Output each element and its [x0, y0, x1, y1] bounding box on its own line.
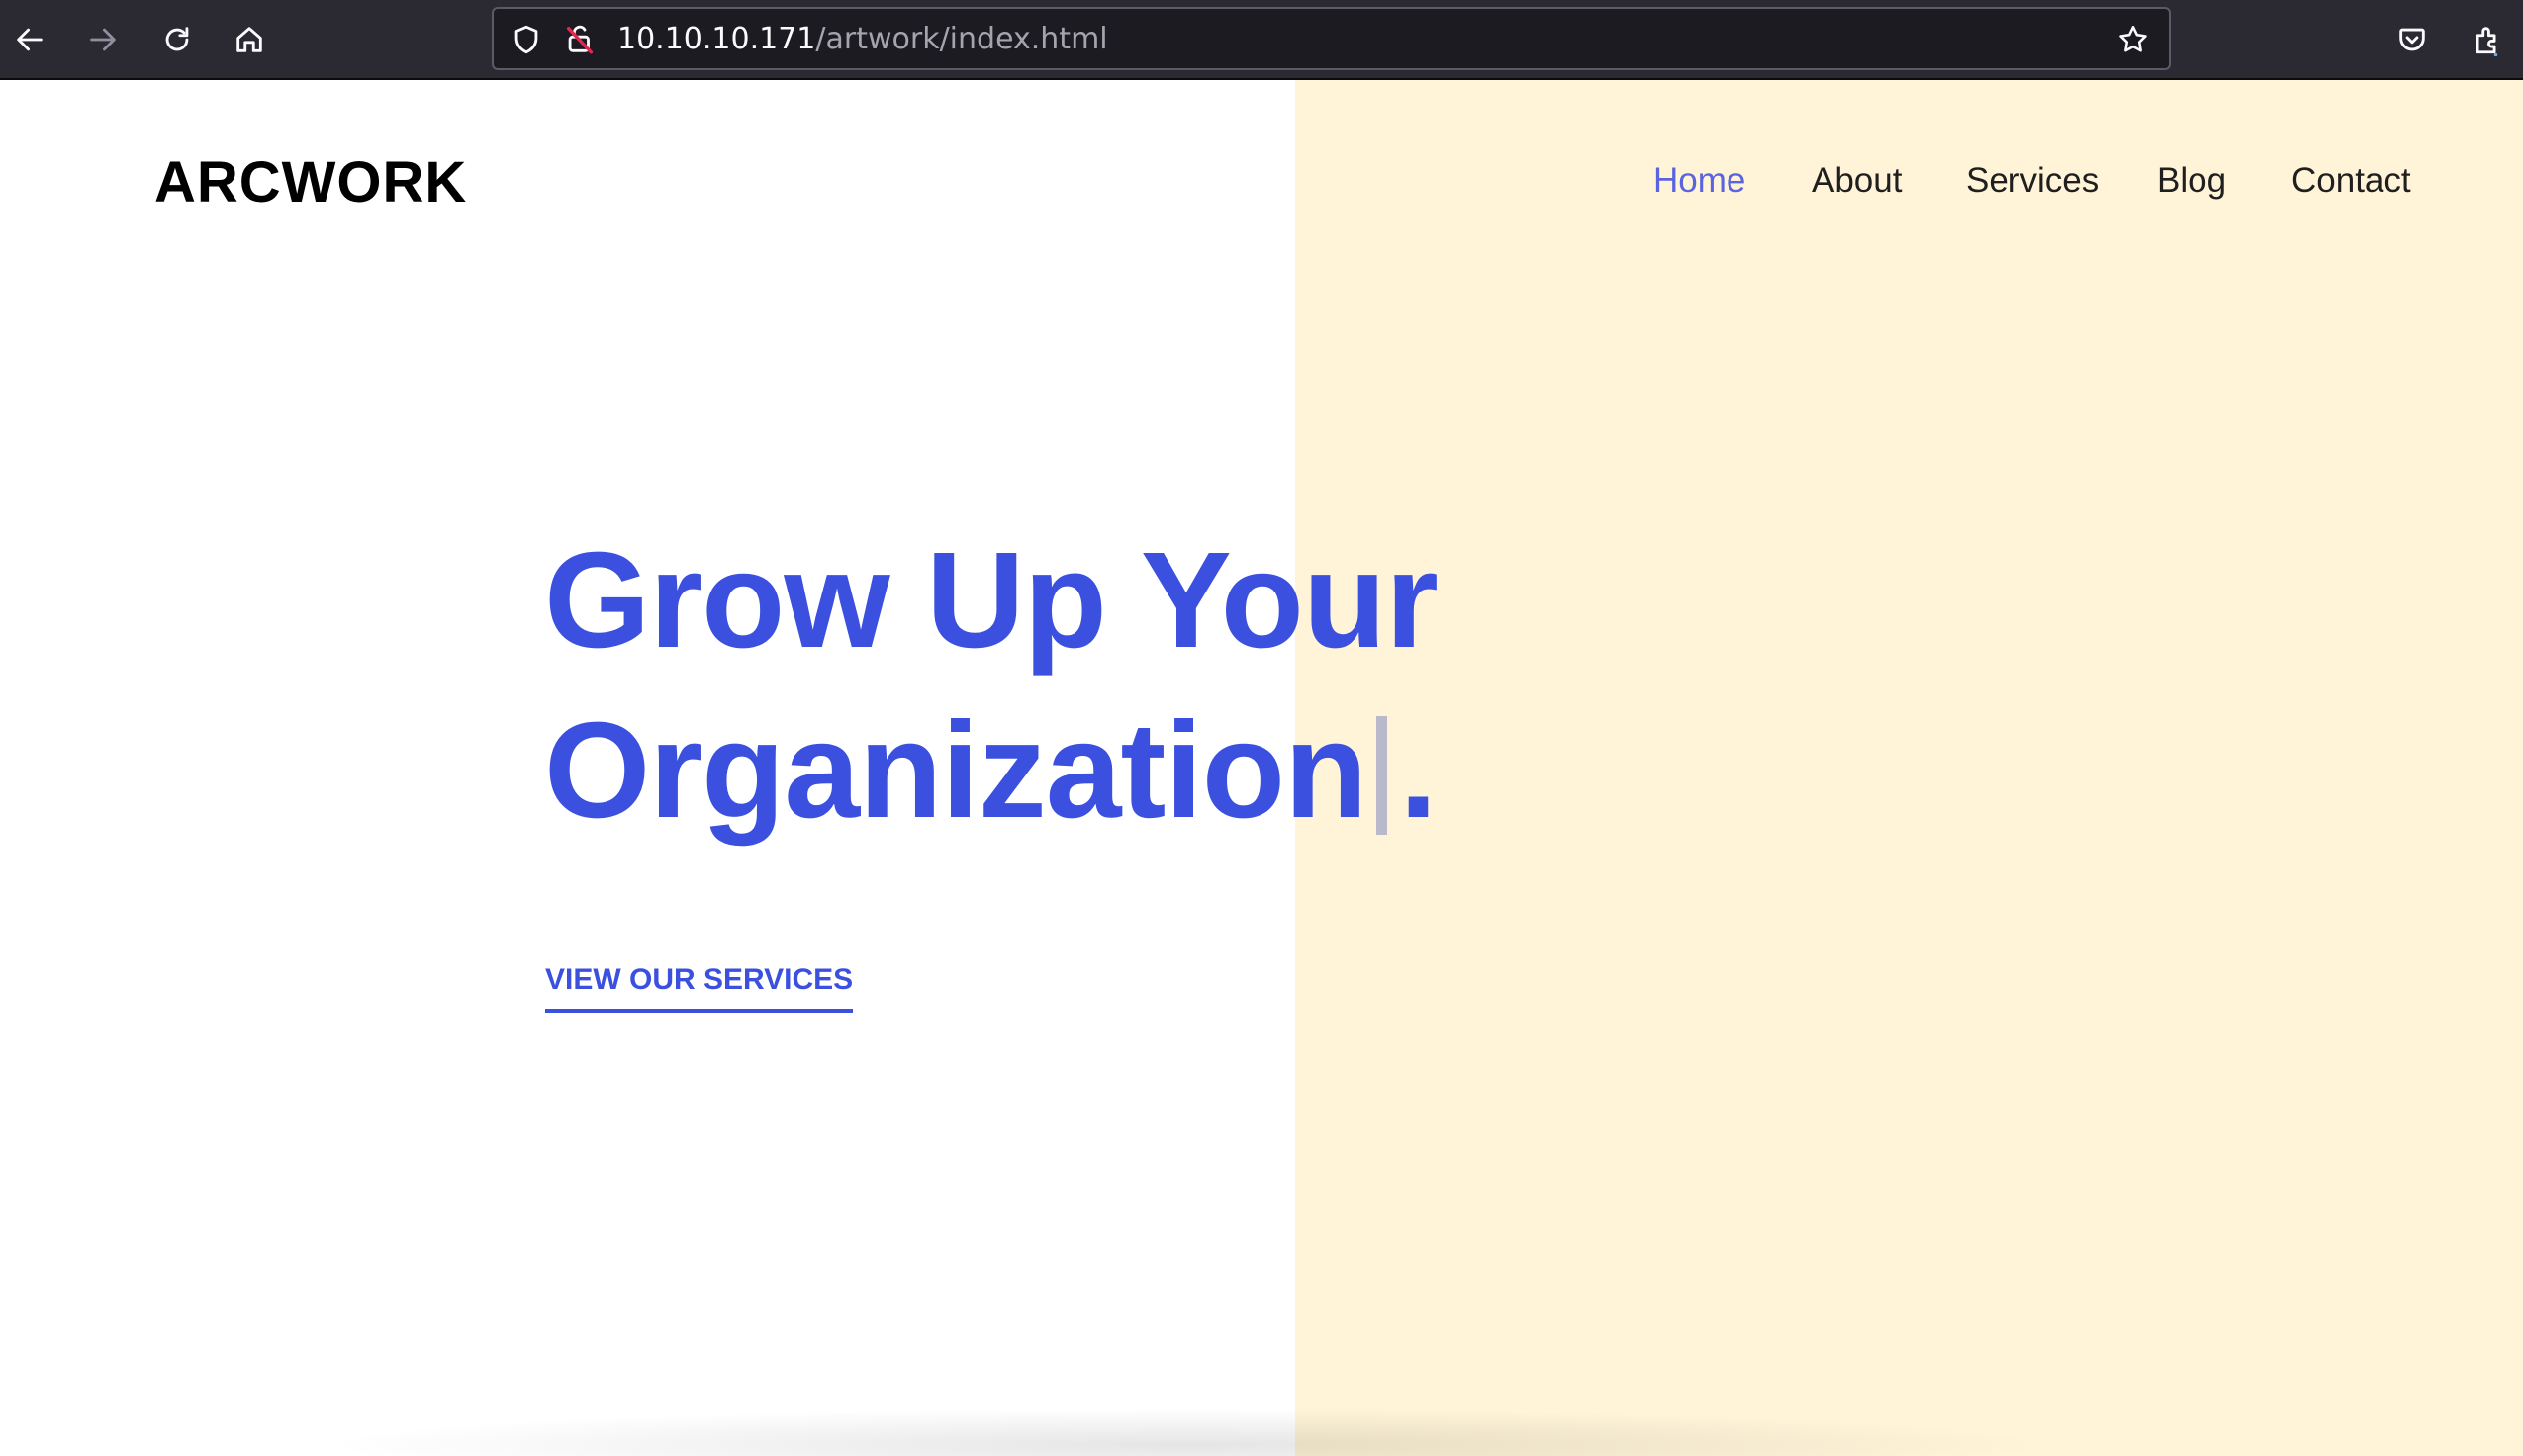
reload-icon	[165, 27, 189, 51]
star-icon[interactable]	[2116, 23, 2150, 56]
back-button[interactable]	[6, 16, 53, 63]
home-icon	[236, 27, 262, 52]
nav-link-contact[interactable]: Contact	[2291, 161, 2411, 201]
extensions-icon	[2476, 27, 2498, 56]
typing-cursor	[1376, 716, 1388, 835]
nav-link-about[interactable]: About	[1812, 161, 1902, 201]
site-logo[interactable]: ARCWORK	[154, 149, 467, 216]
arrow-right-icon	[90, 28, 116, 51]
nav-link-blog[interactable]: Blog	[2157, 161, 2226, 201]
view-services-link[interactable]: VIEW OUR SERVICES	[545, 963, 854, 1013]
extensions-button[interactable]	[2464, 16, 2511, 63]
section-shadow	[247, 1406, 2127, 1456]
url-text[interactable]: 10.10.10.171/artwork/index.html	[617, 21, 1108, 58]
forward-button[interactable]	[79, 16, 127, 63]
reload-button[interactable]	[153, 16, 201, 63]
arrow-left-icon	[17, 28, 43, 51]
insecure-lock-icon[interactable]	[563, 23, 597, 56]
home-button[interactable]	[226, 16, 273, 63]
nav-link-services[interactable]: Services	[1966, 161, 2099, 201]
url-path: /artwork/index.html	[815, 22, 1108, 56]
url-bar[interactable]: 10.10.10.171/artwork/index.html	[492, 7, 2171, 70]
hero-headline: Grow Up Your Organization.	[544, 515, 1439, 856]
hero-headline-period: .	[1399, 694, 1437, 847]
web-page: ARCWORK Home About Services Blog Contact…	[0, 80, 2523, 1456]
pocket-icon	[2399, 28, 2425, 51]
pocket-button[interactable]	[2388, 16, 2436, 63]
hero-background-panel	[1295, 80, 2523, 1456]
shield-icon[interactable]	[510, 23, 543, 56]
url-host: 10.10.10.171	[617, 22, 816, 56]
nav-link-home[interactable]: Home	[1653, 161, 1745, 201]
hero-headline-line1: Grow Up Your	[544, 524, 1439, 677]
browser-toolbar: 10.10.10.171/artwork/index.html	[0, 0, 2523, 80]
hero-headline-word: Organization	[544, 694, 1367, 847]
